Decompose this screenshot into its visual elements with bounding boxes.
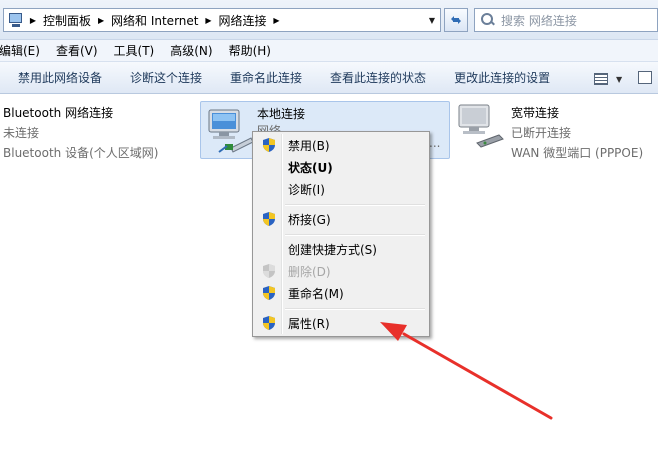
diagnose-connection-button[interactable]: 诊断这个连接 (116, 69, 216, 86)
menu-item-status[interactable]: 状态(U) (255, 156, 427, 178)
menu-item-label: 禁用(B) (288, 138, 330, 153)
menu-separator (285, 204, 425, 206)
address-bar[interactable]: ▶ 控制面板 ▶ 网络和 Internet ▶ 网络连接 ▶ ▼ (3, 8, 441, 32)
menu-item-rename[interactable]: 重命名(M) (255, 282, 427, 304)
search-input[interactable]: 搜索 网络连接 (474, 8, 658, 32)
menu-item-label: 创建快捷方式(S) (288, 242, 377, 257)
uac-shield-icon (263, 264, 275, 278)
list-view-icon (594, 73, 608, 85)
view-status-button[interactable]: 查看此连接的状态 (316, 69, 440, 86)
disable-device-button[interactable]: 禁用此网络设备 (0, 69, 116, 86)
view-options-button[interactable]: ▼ (594, 71, 630, 87)
uac-shield-icon (263, 138, 275, 152)
menu-help[interactable]: 帮助(H) (221, 42, 279, 59)
broadband-modem-icon (458, 104, 504, 148)
refresh-icon (451, 16, 461, 24)
breadcrumb-network-connections[interactable]: 网络连接 (215, 12, 269, 29)
connection-name: 本地连接 (257, 107, 306, 121)
menu-item-create-shortcut[interactable]: 创建快捷方式(S) (255, 238, 427, 260)
uac-shield-icon (263, 286, 275, 300)
menu-advanced[interactable]: 高级(N) (162, 42, 220, 59)
menu-separator (285, 234, 425, 236)
search-placeholder: 搜索 网络连接 (501, 13, 577, 28)
breadcrumb-control-panel[interactable]: 控制面板 (40, 12, 94, 29)
chevron-down-icon[interactable]: ▼ (424, 9, 440, 31)
connection-bluetooth[interactable]: Bluetooth 网络连接 未连接 Bluetooth 设备(个人区域网) (3, 104, 158, 161)
uac-shield-icon (263, 316, 275, 330)
connection-status: 已断开连接 (511, 126, 572, 140)
connection-name: Bluetooth 网络连接 (3, 106, 114, 120)
breadcrumb-network-internet[interactable]: 网络和 Internet (108, 12, 201, 29)
connection-device: Bluetooth 设备(个人区域网) (3, 146, 159, 160)
preview-pane-button[interactable] (638, 71, 652, 84)
menu-item-label: 状态(U) (288, 160, 333, 175)
menu-bar: 编辑(E) 查看(V) 工具(T) 高级(N) 帮助(H) (0, 40, 658, 62)
chevron-down-icon: ▼ (616, 74, 623, 84)
breadcrumb-arrow-icon[interactable]: ▶ (270, 16, 284, 25)
uac-shield-icon (263, 212, 275, 226)
change-settings-button[interactable]: 更改此连接的设置 (440, 69, 564, 86)
menu-item-disable[interactable]: 禁用(B) (255, 134, 427, 156)
menu-item-bridge[interactable]: 桥接(G) (255, 208, 427, 230)
connection-name: 宽带连接 (511, 106, 560, 120)
rename-connection-button[interactable]: 重命名此连接 (216, 69, 316, 86)
connection-device: WAN 微型端口 (PPPOE) (511, 146, 644, 160)
context-menu: 禁用(B) 状态(U) 诊断(I) 桥接(G) 创建快捷方式(S) 删除(D) … (252, 131, 430, 337)
control-panel-icon (8, 12, 26, 28)
search-icon (481, 13, 495, 27)
menu-item-properties[interactable]: 属性(R) (255, 312, 427, 334)
menu-item-label: 桥接(G) (288, 212, 331, 227)
truncated-text: ... (429, 136, 441, 150)
menu-tools[interactable]: 工具(T) (106, 42, 163, 59)
breadcrumb-arrow-icon[interactable]: ▶ (94, 16, 108, 25)
command-bar: 禁用此网络设备 诊断这个连接 重命名此连接 查看此连接的状态 更改此连接的设置 … (0, 62, 658, 94)
refresh-button[interactable] (444, 8, 468, 32)
menu-item-label: 诊断(I) (288, 182, 325, 197)
menu-item-label: 删除(D) (288, 264, 331, 279)
menu-view[interactable]: 查看(V) (48, 42, 106, 59)
menu-item-delete: 删除(D) (255, 260, 427, 282)
connection-status: 未连接 (3, 126, 40, 140)
menu-item-label: 属性(R) (288, 316, 330, 331)
breadcrumb-arrow-icon[interactable]: ▶ (26, 16, 40, 25)
menu-item-diagnose[interactable]: 诊断(I) (255, 178, 427, 200)
network-adapter-icon (208, 109, 254, 153)
address-row: ▶ 控制面板 ▶ 网络和 Internet ▶ 网络连接 ▶ ▼ 搜索 网络连接 (0, 0, 658, 40)
menu-item-label: 重命名(M) (288, 286, 344, 301)
menu-separator (285, 308, 425, 310)
menu-edit[interactable]: 编辑(E) (0, 42, 48, 59)
breadcrumb-arrow-icon[interactable]: ▶ (201, 16, 215, 25)
